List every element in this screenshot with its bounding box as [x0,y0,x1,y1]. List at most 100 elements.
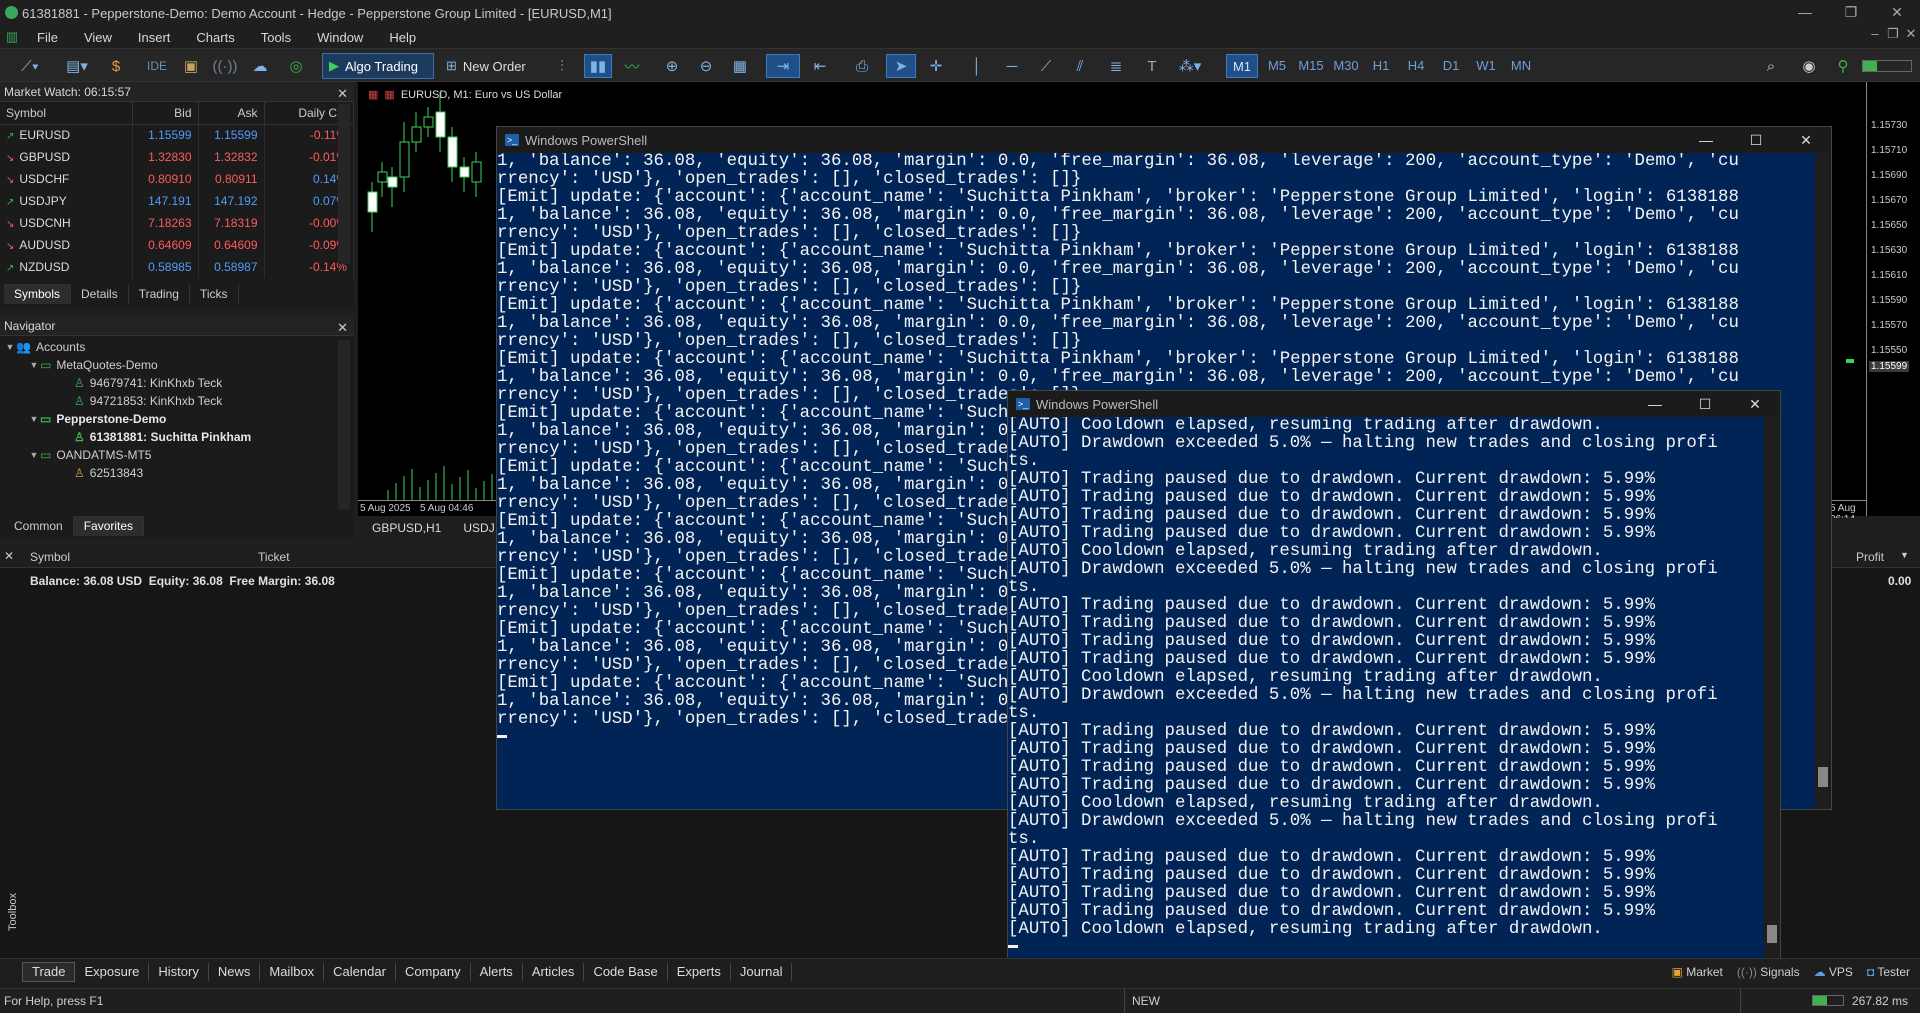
nav-account[interactable]: ♙ 61381881: Suchitta Pinkham [0,428,354,446]
mdi-close-icon[interactable]: ✕ [1902,26,1920,42]
bar-chart-icon[interactable]: ⫶ [550,54,574,78]
market-watch-scrollbar[interactable] [338,104,350,264]
tab-details[interactable]: Details [71,284,129,304]
channel-icon[interactable]: ⫽ [1068,54,1092,78]
tab-ticks[interactable]: Ticks [190,284,239,304]
tab-alerts[interactable]: Alerts [471,962,523,981]
tab-mailbox[interactable]: Mailbox [260,962,325,981]
tf-m1[interactable]: M1 [1226,54,1258,78]
zoom-out-icon[interactable]: ⊖ [694,54,718,78]
tab-articles[interactable]: Articles [523,962,585,981]
vps-link[interactable]: ☁ VPS [1814,965,1853,979]
market-link[interactable]: ▣ Market [1672,965,1723,979]
nav-server[interactable]: ▼ ▭ OANDATMS-MT5 [0,446,354,464]
candlestick-icon[interactable]: ▮▮ [584,54,612,78]
close-icon[interactable]: ✕ [1874,0,1920,26]
scroll-thumb[interactable] [1818,767,1828,787]
market-watch-row[interactable]: ↗ EURUSD 1.15599 1.15599 -0.11% [0,124,354,146]
market-watch-row[interactable]: ↘ USDCNH 7.18263 7.18319 -0.00% [0,212,354,234]
collapse-icon[interactable]: ▼ [4,342,16,352]
chart-shift-icon[interactable]: ⇤ [806,54,834,78]
signals-link[interactable]: ((·)) Signals [1737,965,1800,979]
tab-trade[interactable]: Trade [22,961,76,982]
close-icon[interactable]: ✕ [337,84,348,104]
dropdown-icon[interactable]: ▼ [1900,550,1909,560]
tab-code-base[interactable]: Code Base [584,962,668,981]
col-ask[interactable]: Ask [198,102,265,125]
tester-link[interactable]: ◘ Tester [1867,965,1910,979]
tab-favorites[interactable]: Favorites [73,516,145,536]
menu-view[interactable]: View [71,30,125,45]
nav-server[interactable]: ▼ ▭ MetaQuotes-Demo [0,356,354,374]
chart-tab[interactable]: GBPUSD,H1 [358,518,455,540]
console-prompt[interactable] [1008,939,1764,957]
close-icon[interactable]: ✕ [1781,127,1831,153]
powershell-scrollbar[interactable] [1764,417,1780,961]
screenshot-icon[interactable]: ⎙ [850,54,874,78]
text-icon[interactable]: T [1140,54,1164,78]
chart-templates-icon[interactable]: ▤▾ [56,54,98,78]
market-watch-row[interactable]: ↗ USDJPY 147.191 147.192 0.07% [0,190,354,212]
nav-account[interactable]: ♙ 94679741: KinKhxb Teck [0,374,354,392]
fibonacci-icon[interactable]: ≣ [1104,54,1128,78]
powershell-scrollbar[interactable] [1815,153,1831,809]
tab-common[interactable]: Common [4,516,74,536]
tf-w1[interactable]: W1 [1470,54,1502,78]
briefcase-icon[interactable]: ▣ [180,54,202,78]
app-menu-icon[interactable]: ▥ [0,29,24,45]
zoom-in-icon[interactable]: ⊕ [660,54,684,78]
nav-server[interactable]: ▼ ▭ Pepperstone-Demo [0,410,354,428]
tf-h1[interactable]: H1 [1365,54,1397,78]
col-bid[interactable]: Bid [132,102,199,125]
menu-help[interactable]: Help [376,30,429,45]
collapse-icon[interactable]: ▼ [28,450,40,460]
navigator-scrollbar[interactable] [338,340,350,510]
close-icon[interactable]: ✕ [1730,391,1780,417]
line-chart-icon[interactable]: ⟋▾ [10,54,50,78]
new-order-button[interactable]: ⊞ New Order [440,53,540,79]
menu-window[interactable]: Window [304,30,376,45]
market-watch-row[interactable]: ↘ USDCHF 0.80910 0.80911 0.14% [0,168,354,190]
cursor-icon[interactable]: ➤ [886,54,916,78]
tf-m30[interactable]: M30 [1330,54,1362,78]
signals-icon[interactable]: ((·)) [213,54,238,78]
col-symbol[interactable]: Symbol [0,102,133,125]
powershell-window-2[interactable]: >_ Windows PowerShell — ☐ ✕ [AUTO] Coold… [1007,390,1781,962]
menu-insert[interactable]: Insert [125,30,184,45]
market-watch-row[interactable]: ↘ GBPUSD 1.32830 1.32832 -0.01% [0,146,354,168]
algo-trading-button[interactable]: ▶ Algo Trading [322,53,434,79]
collapse-icon[interactable]: ▼ [28,360,40,370]
tile-windows-icon[interactable]: ▦ [728,54,752,78]
close-icon[interactable]: ✕ [4,549,14,563]
globe-icon[interactable]: ◎ [284,54,308,78]
menu-tools[interactable]: Tools [248,30,304,45]
tab-symbols[interactable]: Symbols [4,284,72,304]
search-icon[interactable]: ⌕ [1760,54,1782,78]
tab-company[interactable]: Company [396,962,471,981]
cloud-icon[interactable]: ☁ [248,54,272,78]
close-icon[interactable]: ✕ [337,318,348,338]
line-icon[interactable]: 〰 [620,54,644,78]
col-ticket[interactable]: Ticket [258,550,290,564]
minimize-icon[interactable]: — [1681,127,1731,153]
tf-m5[interactable]: M5 [1261,54,1293,78]
tab-experts[interactable]: Experts [668,962,731,981]
menu-file[interactable]: File [24,30,71,45]
tab-journal[interactable]: Journal [731,962,793,981]
tf-mn[interactable]: MN [1505,54,1537,78]
nav-account[interactable]: ♙ 94721853: KinKhxb Teck [0,392,354,410]
scroll-thumb[interactable] [1767,925,1777,943]
nav-account[interactable]: ♙ 62513843 [0,464,354,482]
nav-accounts[interactable]: ▼ 👥 Accounts [0,338,354,356]
powershell-titlebar[interactable]: >_ Windows PowerShell — ☐ ✕ [497,127,1831,153]
tf-h4[interactable]: H4 [1400,54,1432,78]
tab-calendar[interactable]: Calendar [324,962,396,981]
minimize-icon[interactable]: — [1630,391,1680,417]
powershell-output[interactable]: [AUTO] Cooldown elapsed, resuming tradin… [1008,417,1764,961]
collapse-icon[interactable]: ▼ [28,414,40,424]
tab-news[interactable]: News [209,962,261,981]
horizontal-line-icon[interactable]: ─ [1000,54,1024,78]
vertical-line-icon[interactable]: │ [966,54,988,78]
tf-d1[interactable]: D1 [1435,54,1467,78]
trendline-icon[interactable]: ⟋ [1034,54,1058,78]
